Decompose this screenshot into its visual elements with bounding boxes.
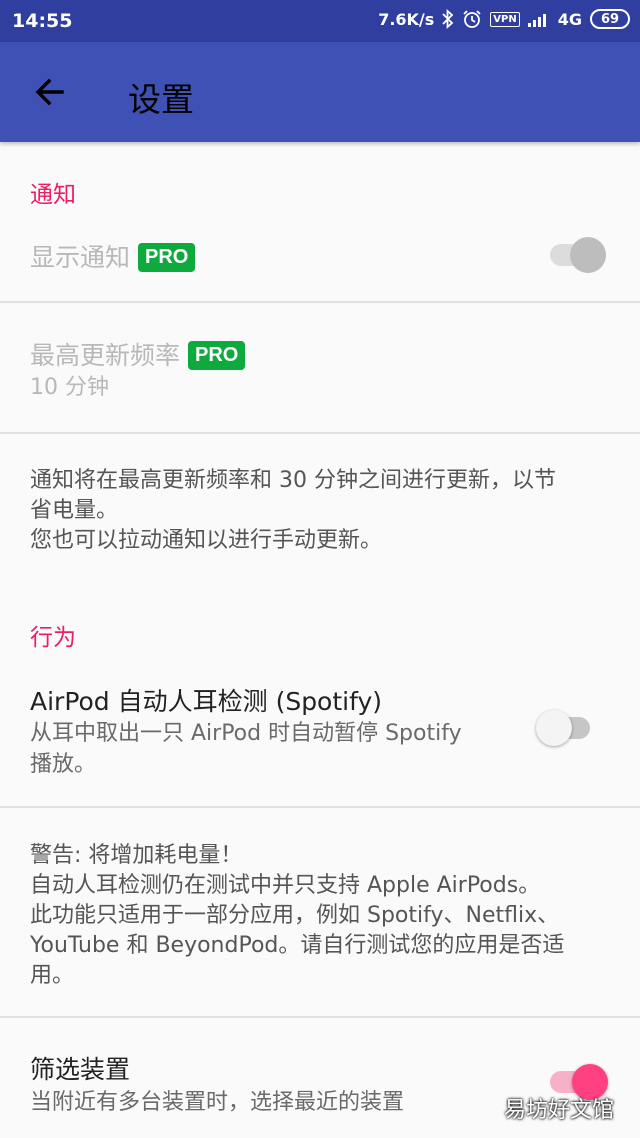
filter-devices-title: 筛选装置 bbox=[30, 1055, 131, 1084]
airpod-detection-title: AirPod 自动人耳检测 (Spotify) bbox=[30, 687, 383, 716]
divider bbox=[0, 432, 640, 434]
arrow-left-icon[interactable] bbox=[30, 72, 70, 112]
status-bar: 14:55 7.6K/s VPN 4G 69 bbox=[0, 0, 640, 42]
show-notification-title: 显示通知 PRO bbox=[30, 238, 196, 274]
app-bar: 设置 bbox=[0, 42, 640, 142]
pro-badge: PRO bbox=[138, 243, 196, 272]
pro-badge: PRO bbox=[188, 341, 246, 370]
bluetooth-icon bbox=[442, 9, 454, 29]
status-icons: 7.6K/s VPN 4G 69 bbox=[378, 9, 630, 29]
show-notification-toggle[interactable] bbox=[548, 235, 608, 275]
notification-note: 通知将在最高更新频率和 30 分钟之间进行更新，以节 省电量。 您也可以拉动通知… bbox=[30, 468, 556, 553]
airpod-detection-toggle[interactable] bbox=[536, 708, 598, 748]
signal-icon bbox=[527, 11, 550, 27]
battery-icon: 69 bbox=[590, 9, 630, 29]
update-frequency-title: 最高更新频率 PRO bbox=[30, 336, 246, 372]
divider bbox=[0, 806, 640, 808]
watermark: 易坊好文馆 bbox=[503, 1098, 614, 1123]
filter-devices-subtitle: 当附近有多台装置时，选择最近的装置 bbox=[30, 1090, 405, 1115]
divider bbox=[0, 301, 640, 303]
airpod-detection-subtitle: 从耳中取出一只 AirPod 时自动暂停 Spotify 播放。 bbox=[30, 721, 462, 777]
alarm-icon bbox=[462, 9, 482, 29]
network-type: 4G bbox=[557, 9, 582, 29]
section-header-notification: 通知 bbox=[30, 182, 76, 208]
warning-note: 警告: 将增加耗电量！ 自动人耳检测仍在测试中并只支持 Apple AirPod… bbox=[30, 843, 565, 988]
net-speed: 7.6K/s bbox=[378, 9, 435, 29]
vpn-icon: VPN bbox=[490, 11, 520, 27]
update-frequency-value: 10 分钟 bbox=[30, 375, 109, 400]
divider bbox=[0, 1016, 640, 1018]
status-time: 14:55 bbox=[12, 10, 73, 32]
section-header-behavior: 行为 bbox=[30, 625, 76, 651]
page-title: 设置 bbox=[128, 80, 194, 119]
